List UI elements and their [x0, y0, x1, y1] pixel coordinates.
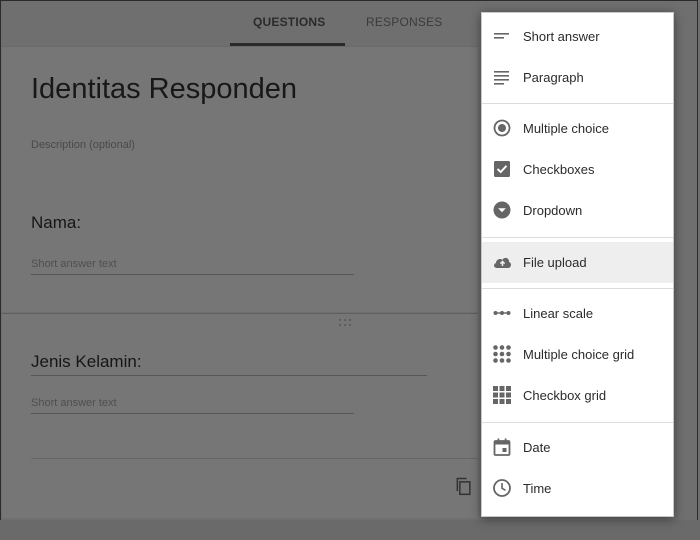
menu-item-multiple-choice[interactable]: Multiple choice [482, 108, 673, 149]
tab-responses[interactable]: RESPONSES [366, 15, 443, 29]
menu-item-label: Paragraph [523, 70, 584, 85]
short-answer-icon [494, 33, 509, 39]
menu-item-label: File upload [523, 255, 587, 270]
paragraph-icon [494, 71, 509, 85]
menu-item-dropdown[interactable]: Dropdown [482, 190, 673, 231]
tab-questions[interactable]: QUESTIONS [253, 15, 325, 29]
linear-scale-icon [493, 311, 511, 315]
menu-item-label: Time [523, 481, 552, 496]
menu-item-checkbox-grid[interactable]: Checkbox grid [482, 375, 673, 416]
form-description-field[interactable]: Description (optional) [31, 139, 135, 151]
question-title-nama[interactable]: Nama: [31, 213, 81, 233]
answer-underline [31, 274, 354, 275]
menu-item-label: Short answer [523, 29, 600, 44]
menu-item-label: Checkbox grid [523, 388, 607, 403]
form-title[interactable]: Identitas Responden [31, 73, 297, 106]
duplicate-icon[interactable] [454, 476, 474, 496]
menu-divider [482, 103, 673, 104]
menu-divider [482, 288, 673, 289]
answer-underline [31, 413, 354, 414]
short-answer-placeholder: Short answer text [31, 397, 117, 409]
clock-icon [493, 479, 511, 497]
menu-item-checkboxes[interactable]: Checkboxes [482, 149, 673, 190]
drag-handle-icon[interactable] [339, 319, 355, 327]
card-footer-divider [31, 458, 478, 459]
menu-item-label: Date [523, 440, 551, 455]
menu-item-label: Linear scale [523, 306, 594, 321]
question-card-active[interactable] [2, 313, 478, 518]
menu-item-multiple-choice-grid[interactable]: Multiple choice grid [482, 334, 673, 375]
bottom-edge [0, 520, 700, 540]
menu-item-label: Multiple choice grid [523, 347, 635, 362]
calendar-icon [493, 438, 511, 456]
cloud-upload-icon [494, 257, 511, 268]
question-title-jenis-kelamin[interactable]: Jenis Kelamin: [31, 352, 142, 372]
menu-item-file-upload[interactable]: File upload [482, 242, 673, 283]
menu-divider [482, 422, 673, 423]
menu-item-linear-scale[interactable]: Linear scale [482, 293, 673, 334]
radio-button-icon [493, 119, 511, 137]
menu-divider [482, 237, 673, 238]
menu-item-paragraph[interactable]: Paragraph [482, 57, 673, 98]
question-type-menu: Short answer Paragraph Multiple choice C… [481, 12, 674, 517]
menu-item-date[interactable]: Date [482, 427, 673, 468]
checkbox-icon [494, 161, 510, 177]
menu-item-label: Dropdown [523, 203, 583, 218]
short-answer-placeholder: Short answer text [31, 258, 117, 270]
square-grid-icon [493, 386, 511, 404]
question-title-underline [31, 375, 427, 376]
menu-item-label: Checkboxes [523, 162, 595, 177]
dot-grid-icon [493, 345, 511, 363]
menu-item-time[interactable]: Time [482, 468, 673, 509]
dropdown-icon [493, 201, 511, 219]
menu-item-label: Multiple choice [523, 121, 609, 136]
menu-item-short-answer[interactable]: Short answer [482, 16, 673, 57]
